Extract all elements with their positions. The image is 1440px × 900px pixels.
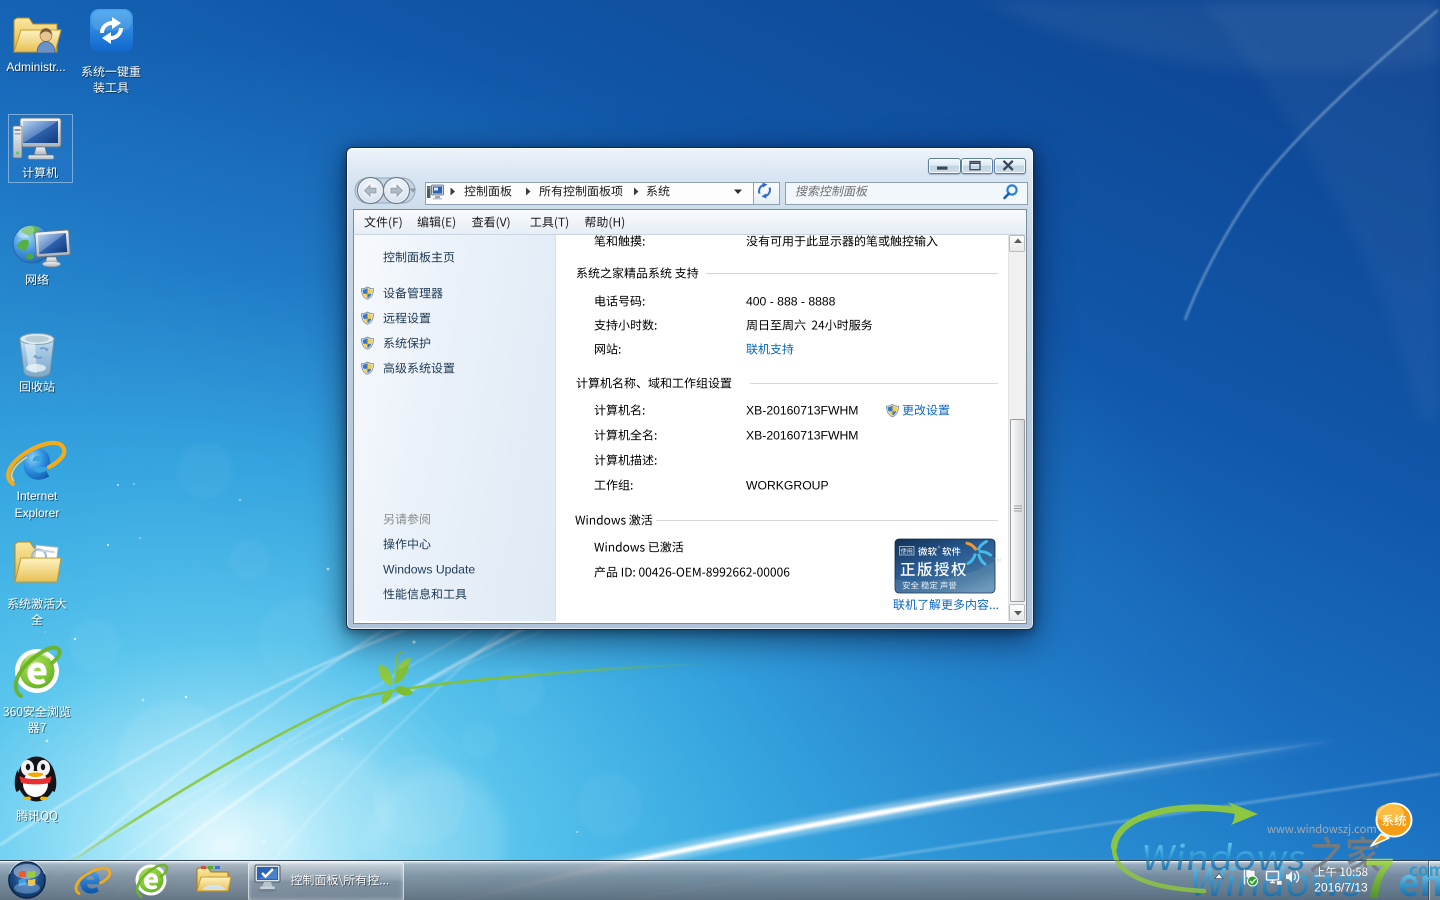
svg-text:WORKGROUP: WORKGROUP	[746, 479, 829, 493]
svg-text:400 - 888 - 8888: 400 - 888 - 8888	[746, 295, 836, 309]
svg-text:Internet: Internet	[17, 489, 58, 503]
svg-text:XB-20160713FWHM: XB-20160713FWHM	[746, 404, 858, 418]
svg-text:Administr...: Administr...	[6, 60, 65, 74]
svg-text:XB-20160713FWHM: XB-20160713FWHM	[746, 429, 858, 443]
svg-text:TM: TM	[994, 558, 1001, 564]
svg-text:2016/7/13: 2016/7/13	[1314, 881, 1368, 895]
svg-text:Explorer: Explorer	[15, 506, 60, 520]
svg-text:Windows Update: Windows Update	[383, 563, 475, 577]
